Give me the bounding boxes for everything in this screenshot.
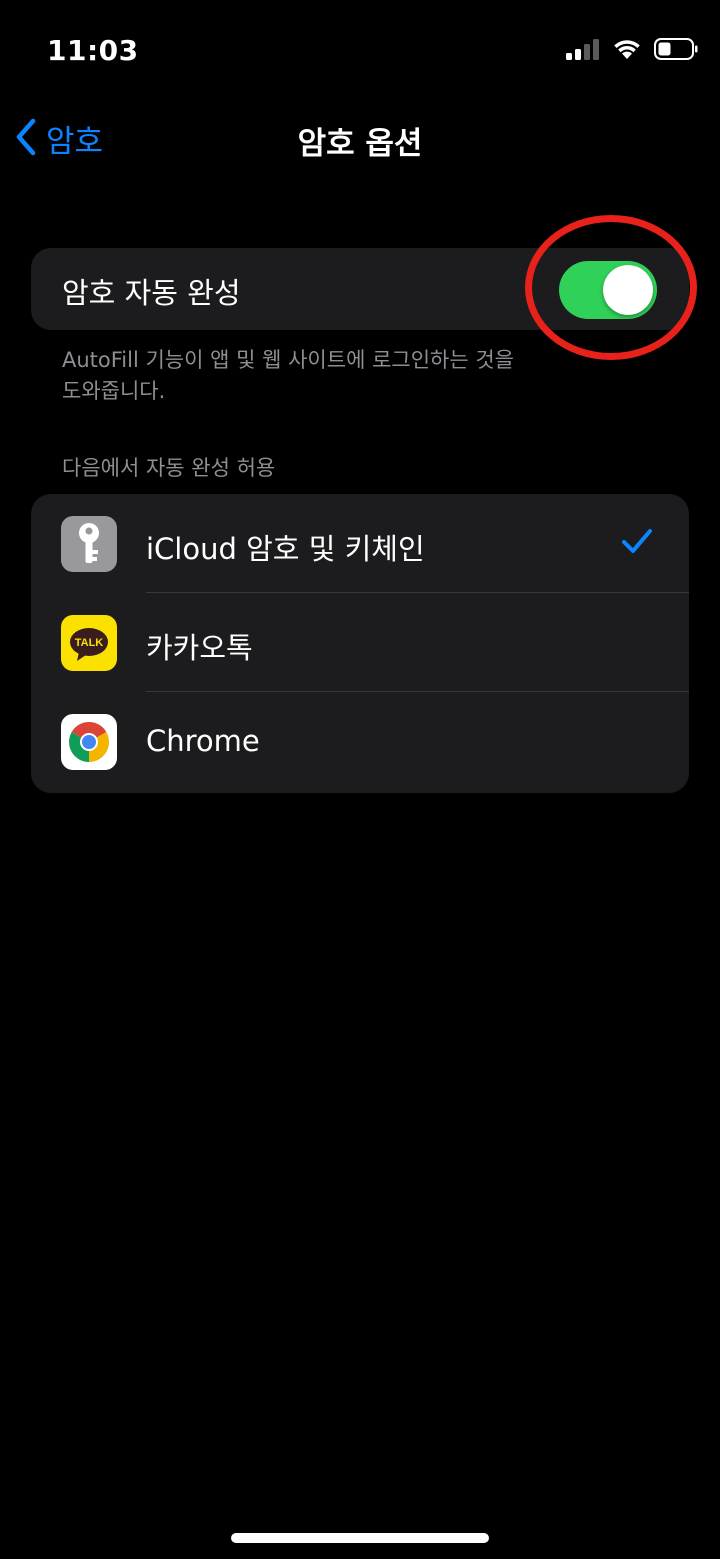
section-header: 다음에서 자동 완성 허용 [62,456,276,480]
provider-label: iCloud 암호 및 키체인 [146,532,425,566]
autofill-description: AutoFill 기능이 앱 및 웹 사이트에 로그인하는 것을 도와줍니다. [62,348,514,403]
cellular-signal-icon [566,38,600,64]
provider-row-icloud[interactable]: iCloud 암호 및 키체인 [31,494,689,593]
battery-icon [654,38,698,64]
page-title: 암호 옵션 [297,126,423,162]
navigation-bar: 암호 암호 옵션 [0,100,720,176]
autofill-label: 암호 자동 완성 [62,276,241,310]
provider-label: Chrome [146,724,260,758]
chrome-icon [61,714,117,770]
provider-row-kakaotalk[interactable]: TALK 카카오톡 [31,593,689,692]
status-time: 11:03 [47,34,139,67]
status-icons [566,38,698,64]
autofill-card: 암호 자동 완성 [31,248,689,330]
status-bar: 11:03 [0,0,720,100]
kakaotalk-icon-text: TALK [75,637,104,649]
wifi-icon [612,38,642,64]
keychain-key-icon [61,516,117,572]
provider-label: 카카오톡 [146,631,253,665]
kakaotalk-icon: TALK [61,615,117,671]
autofill-toggle[interactable] [559,261,657,319]
home-indicator[interactable] [231,1533,489,1543]
toggle-knob [603,265,653,315]
provider-list: iCloud 암호 및 키체인 TALK 카카오톡 Chrome [31,494,689,793]
provider-row-chrome[interactable]: Chrome [31,692,689,791]
checkmark-icon [621,527,653,559]
